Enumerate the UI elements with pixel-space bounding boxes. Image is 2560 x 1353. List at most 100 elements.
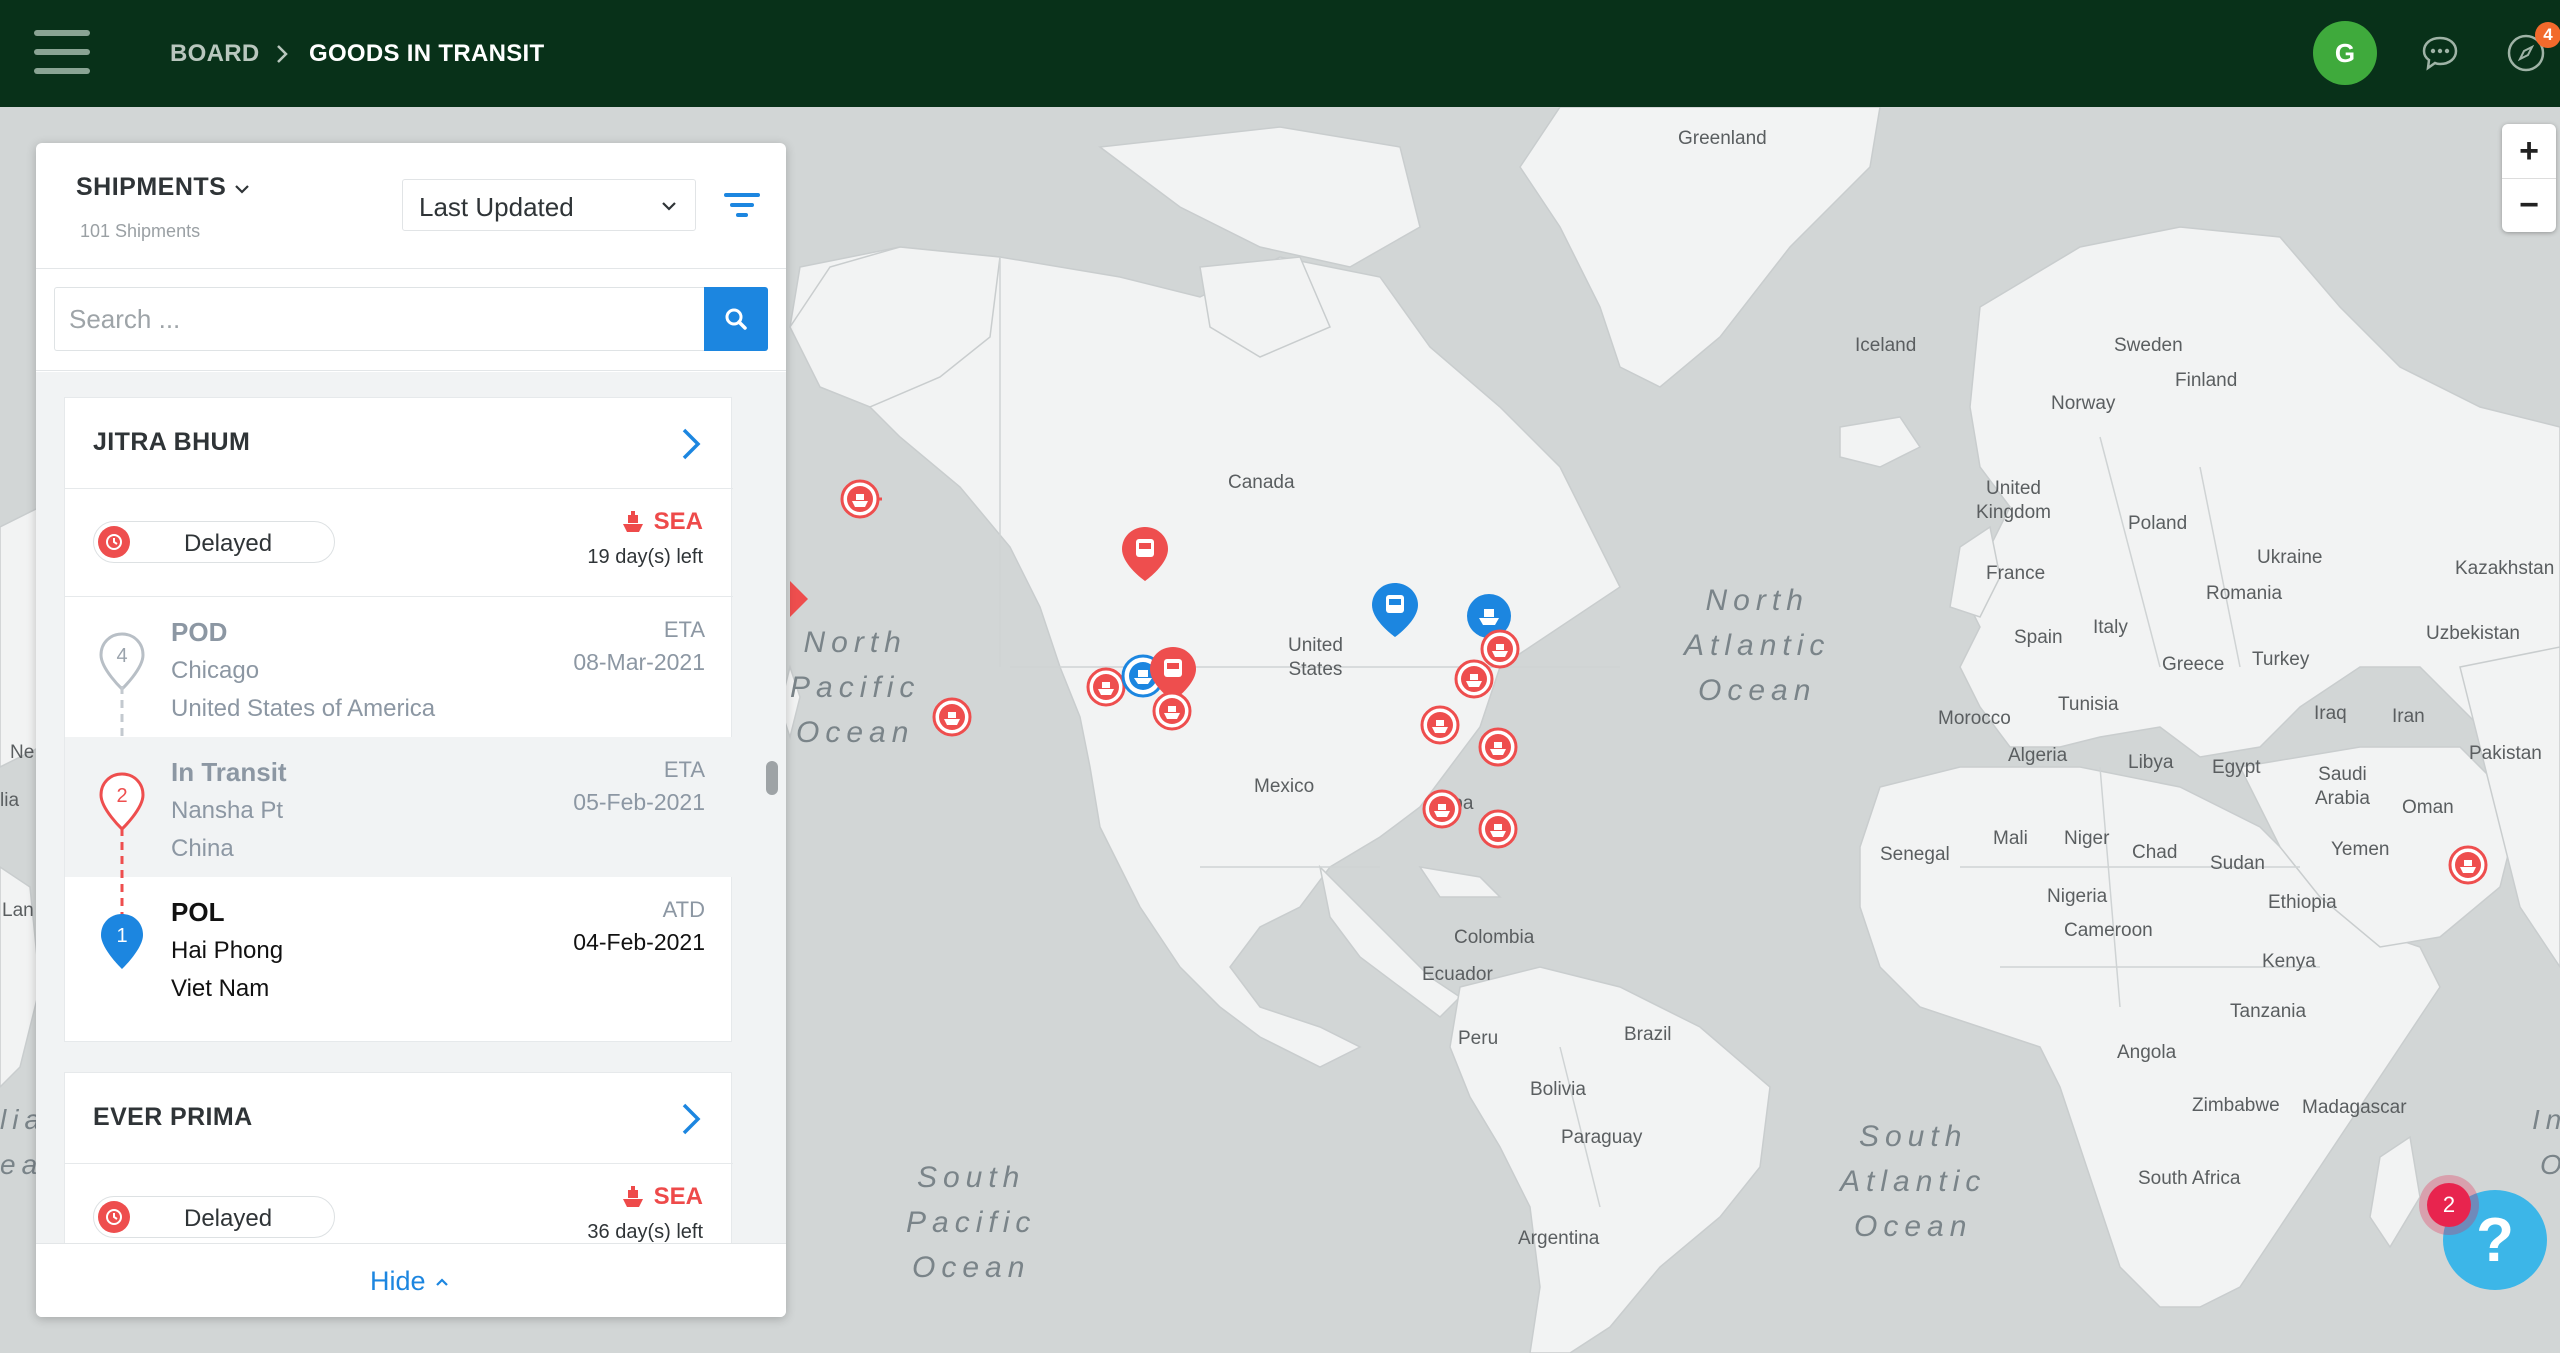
chevron-down-icon: [662, 202, 676, 211]
chevron-down-icon[interactable]: [232, 179, 252, 199]
stop-country: China: [171, 835, 234, 862]
waypoint-pin-icon: 1: [101, 914, 143, 969]
rail-shipment-marker[interactable]: [1118, 525, 1172, 583]
map-label-greenland: Greenland: [1678, 128, 1767, 149]
map-label-argentina: Argentina: [1518, 1228, 1600, 1249]
map-label-kazakhstan: Kazakhstan: [2455, 558, 2555, 579]
map-label-south-pacific: South Pacific Ocean: [906, 1161, 1037, 1284]
transport-mode: SEA: [620, 508, 703, 536]
map-label-canada: Canada: [1228, 472, 1295, 493]
top-navigation-bar: BOARD GOODS IN TRANSIT G 4: [0, 0, 2560, 107]
map-label-edge-ne: Ne: [10, 742, 35, 763]
waypoint-pin-icon: 4: [99, 632, 145, 692]
notification-count-badge: 4: [2535, 22, 2560, 48]
sort-dropdown[interactable]: Last Updated: [402, 179, 696, 231]
search-icon: [725, 308, 747, 330]
map-label-tunisia: Tunisia: [2058, 694, 2119, 715]
user-avatar[interactable]: G: [2313, 21, 2377, 85]
status-pill: Delayed: [93, 521, 335, 563]
map-zoom-controls: + −: [2502, 124, 2556, 232]
waypoint-pin-icon: 2: [99, 772, 145, 832]
search-row: [36, 269, 786, 371]
shipments-panel: SHIPMENTS 101 Shipments Last Updated JIT…: [36, 143, 786, 1317]
menu-hamburger-icon[interactable]: [34, 30, 90, 74]
svg-text:4: 4: [116, 645, 127, 667]
status-label: Delayed: [184, 530, 273, 557]
map-label-algeria: Algeria: [2008, 745, 2068, 766]
sea-shipment-marker[interactable]: [1418, 703, 1462, 747]
map-label-yemen: Yemen: [2331, 839, 2390, 860]
map-label-edge-lan: Lan: [2, 900, 34, 921]
map-label-sweden: Sweden: [2114, 335, 2183, 356]
route-stop-in-transit: 2 In Transit Nansha Pt China ETA 05-Feb-…: [65, 737, 733, 877]
chevron-up-icon: [435, 1277, 448, 1286]
map-label-cameroon: Cameroon: [2064, 920, 2153, 941]
map-label-ecuador: Ecuador: [1422, 964, 1493, 985]
sea-shipment-marker[interactable]: [838, 477, 882, 521]
shipment-list[interactable]: JITRA BHUM Delayed SEA 19 day(s) left 4 …: [36, 372, 786, 1243]
map-label-mexico: Mexico: [1254, 776, 1315, 797]
shipment-card[interactable]: EVER PRIMA Delayed SEA 36 day(s) left: [64, 1072, 733, 1243]
sea-shipment-marker[interactable]: [1476, 807, 1520, 851]
shipments-count: 101 Shipments: [80, 221, 201, 241]
map-label-angola: Angola: [2117, 1042, 2177, 1063]
sea-shipment-marker[interactable]: [1476, 725, 1520, 769]
hide-panel-button[interactable]: Hide: [370, 1266, 450, 1297]
stop-date-label: ATD: [662, 897, 705, 922]
map-label-iraq: Iraq: [2314, 703, 2347, 724]
shipments-title-dropdown[interactable]: SHIPMENTS: [76, 173, 226, 202]
stop-date: 08-Mar-2021: [573, 649, 705, 675]
sea-shipment-marker[interactable]: [2446, 843, 2490, 887]
stop-country: Viet Nam: [171, 975, 270, 1002]
days-left: 36 day(s) left: [587, 1221, 703, 1243]
transport-mode-label: SEA: [653, 1183, 703, 1210]
map-label-paraguay: Paraguay: [1561, 1127, 1643, 1148]
shipment-card[interactable]: JITRA BHUM Delayed SEA 19 day(s) left 4 …: [64, 397, 733, 1042]
card-divider: [65, 488, 733, 489]
sea-shipment-marker[interactable]: [1420, 787, 1464, 831]
map-label-mali: Mali: [1993, 828, 2028, 849]
stop-city: Hai Phong: [171, 937, 284, 964]
map-label-north-pacific: North Pacific Ocean: [790, 626, 921, 749]
stop-type: In Transit: [171, 757, 287, 787]
sea-shipment-marker[interactable]: [1150, 689, 1194, 733]
map-label-poland: Poland: [2128, 513, 2188, 534]
shipment-name: JITRA BHUM: [93, 428, 251, 456]
rail-shipment-marker[interactable]: [1368, 581, 1422, 639]
map-label-oman: Oman: [2402, 797, 2454, 818]
map-label-uzbekistan: Uzbekistan: [2426, 623, 2520, 644]
shipment-name: EVER PRIMA: [93, 1103, 253, 1131]
sea-shipment-marker[interactable]: [1452, 657, 1496, 701]
route-stop-pol: 1 POL Hai Phong Viet Nam ATD 04-Feb-2021: [65, 877, 733, 1017]
card-divider: [65, 1163, 733, 1164]
chevron-right-icon[interactable]: [679, 426, 703, 462]
map-label-colombia: Colombia: [1454, 927, 1535, 948]
search-button[interactable]: [704, 287, 768, 351]
list-scrollbar[interactable]: [766, 761, 778, 795]
map-label-brazil: Brazil: [1624, 1024, 1672, 1045]
map-label-romania: Romania: [2206, 583, 2283, 604]
map-label-ethiopia: Ethiopia: [2268, 892, 2337, 913]
map-label-nigeria: Nigeria: [2047, 886, 2108, 907]
search-input[interactable]: [54, 287, 705, 351]
zoom-out-button[interactable]: −: [2502, 178, 2556, 232]
transport-mode-label: SEA: [653, 508, 703, 535]
zoom-in-button[interactable]: +: [2502, 124, 2556, 178]
chat-bubble-icon[interactable]: [2420, 33, 2460, 73]
status-pill: Delayed: [93, 1196, 335, 1238]
map-label-pakistan: Pakistan: [2469, 743, 2542, 764]
stop-city: Chicago: [171, 657, 260, 684]
chevron-right-icon[interactable]: [679, 1101, 703, 1137]
map-label-iran: Iran: [2392, 706, 2425, 727]
sort-selected-value: Last Updated: [419, 192, 574, 222]
filter-icon[interactable]: [722, 187, 762, 223]
status-label: Delayed: [184, 1205, 273, 1232]
map-label-italy: Italy: [2093, 617, 2128, 638]
map-label-iceland: Iceland: [1855, 335, 1917, 356]
stop-city: Nansha Pt: [171, 797, 284, 824]
ship-icon: [622, 1186, 643, 1207]
breadcrumb-board-link[interactable]: BOARD: [170, 40, 260, 68]
map-label-chad: Chad: [2132, 842, 2178, 863]
sea-shipment-marker[interactable]: [930, 695, 974, 739]
map-label-niger: Niger: [2064, 828, 2110, 849]
